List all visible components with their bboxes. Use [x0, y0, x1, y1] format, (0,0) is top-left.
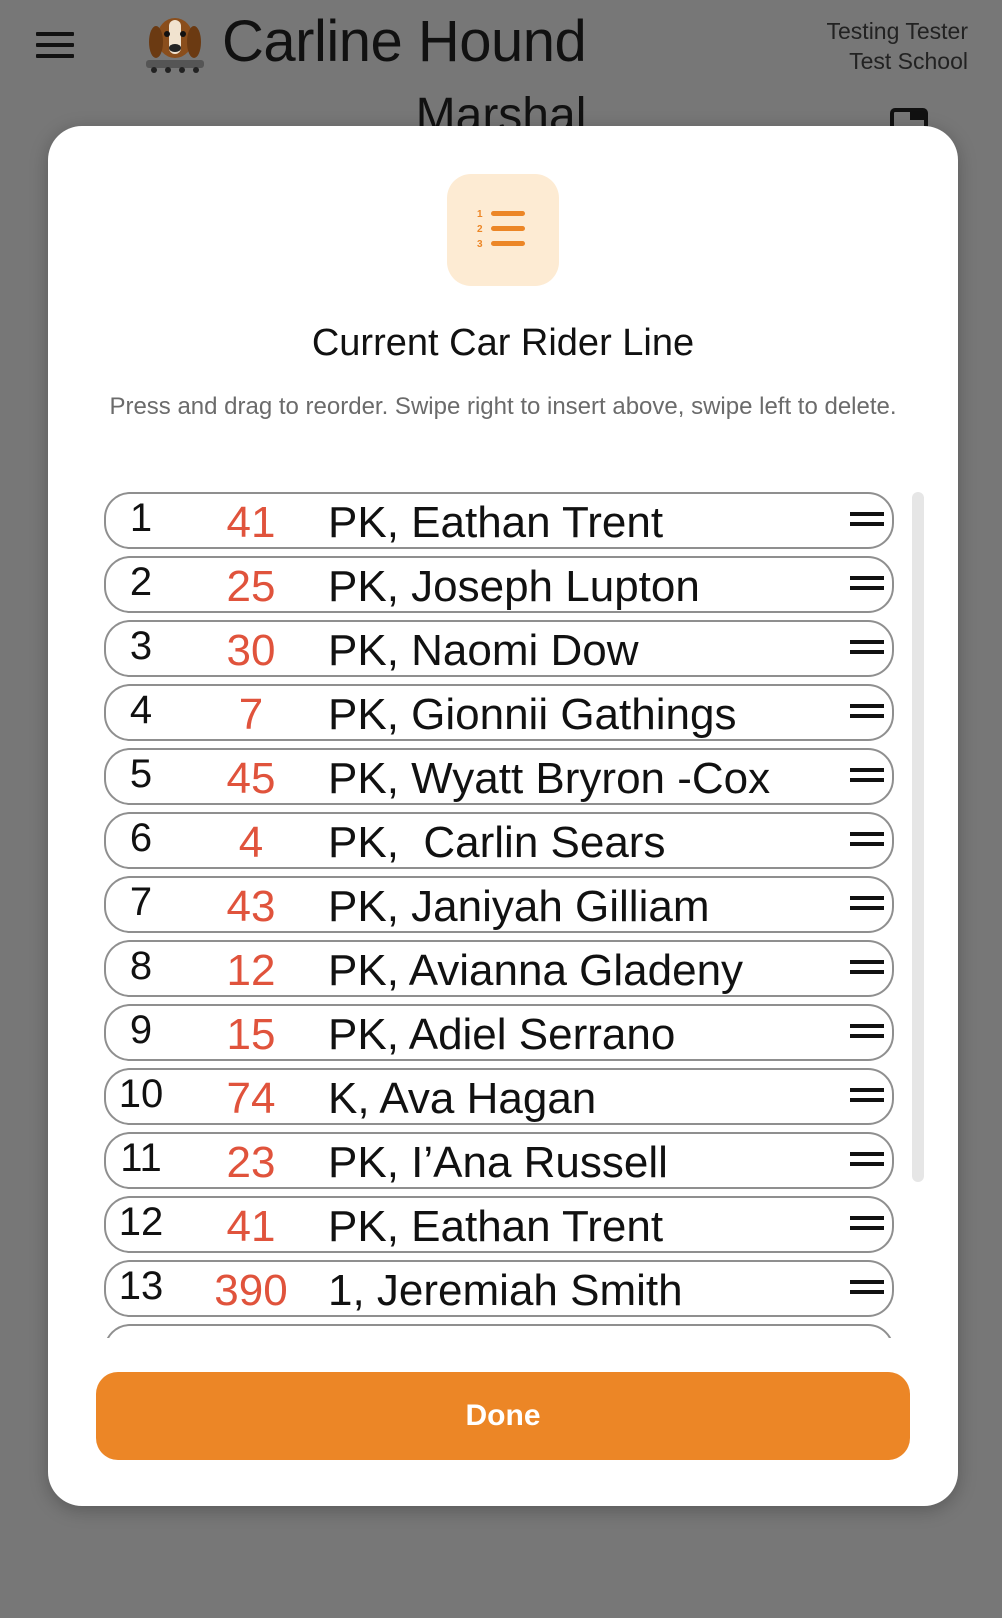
student-name: PK, Wyatt Bryron -Cox — [328, 754, 771, 803]
student-name: K, Ava Hagan — [328, 1074, 597, 1123]
car-rider-line-dialog: 1 2 3 Current Car Rider Line Press and d… — [48, 126, 958, 1506]
car-number: 43 — [226, 882, 276, 931]
scrollbar[interactable] — [912, 492, 924, 1182]
list-item[interactable]: 9 15 PK, Adiel Serrano — [104, 1004, 894, 1061]
student-name: PK, Naomi Dow — [328, 626, 639, 675]
list-item[interactable]: 12 41 PK, Eathan Trent — [104, 1196, 894, 1253]
student-name: PK, Eathan Trent — [328, 1202, 664, 1251]
drag-handle-icon[interactable] — [850, 576, 884, 596]
user-info[interactable]: Testing Tester Test School — [827, 16, 968, 76]
line-position: 1 — [129, 496, 153, 540]
line-position: 5 — [129, 752, 153, 796]
drag-handle-icon[interactable] — [850, 1024, 884, 1044]
car-rider-list[interactable]: 1 41 PK, Eathan Trent 2 25 PK, Joseph Lupton 3… — [104, 492, 904, 1338]
app-screen: Carline Hound Testing Tester Test School… — [0, 0, 1002, 1618]
line-position: 10 — [118, 1072, 164, 1116]
svg-text:2: 2 — [477, 224, 483, 235]
dialog-title: Current Car Rider Line — [311, 322, 695, 364]
svg-text:3: 3 — [477, 239, 483, 250]
list-item[interactable]: 4 7 PK, Gionnii Gathings — [104, 684, 894, 741]
car-number: 7 — [238, 690, 264, 739]
drag-handle-icon[interactable] — [850, 512, 884, 532]
list-item[interactable]: 2 25 PK, Joseph Lupton — [104, 556, 894, 613]
list-item[interactable] — [104, 1324, 894, 1338]
list-item[interactable]: 6 4 PK, Carlin Sears — [104, 812, 894, 869]
line-position: 9 — [129, 1008, 153, 1052]
drag-handle-icon[interactable] — [850, 1152, 884, 1172]
car-number: 41 — [226, 498, 276, 547]
student-name: PK, Janiyah Gilliam — [328, 882, 710, 931]
car-number: 12 — [226, 946, 276, 995]
car-number: 41 — [226, 1202, 276, 1251]
numbered-list-icon: 1 2 3 — [447, 174, 559, 286]
line-position: 4 — [129, 688, 153, 732]
car-number: 23 — [226, 1138, 276, 1187]
car-number: 45 — [226, 754, 276, 803]
done-button[interactable]: Done — [96, 1372, 910, 1460]
drag-handle-icon[interactable] — [850, 1088, 884, 1108]
drag-handle-icon[interactable] — [850, 704, 884, 724]
line-position: 2 — [129, 560, 153, 604]
top-bar: Carline Hound Testing Tester Test School… — [0, 0, 1002, 142]
car-number: 15 — [226, 1010, 276, 1059]
svg-text:1: 1 — [477, 209, 483, 220]
drag-handle-icon[interactable] — [850, 768, 884, 788]
student-name: PK, Adiel Serrano — [328, 1010, 676, 1059]
car-number: 74 — [226, 1074, 276, 1123]
school-name: Test School — [849, 48, 968, 74]
drag-handle-icon[interactable] — [850, 896, 884, 916]
list-item[interactable]: 10 74 K, Ava Hagan — [104, 1068, 894, 1125]
list-item[interactable]: 7 43 PK, Janiyah Gilliam — [104, 876, 894, 933]
list-item[interactable]: 11 23 PK, I’Ana Russell — [104, 1132, 894, 1189]
list-item[interactable]: 13 390 1, Jeremiah Smith — [104, 1260, 894, 1317]
app-title: Carline Hound — [222, 9, 587, 74]
line-position: 3 — [129, 624, 153, 668]
line-position: 6 — [129, 816, 153, 860]
line-position: 7 — [129, 880, 153, 924]
list-item[interactable]: 3 30 PK, Naomi Dow — [104, 620, 894, 677]
list-item[interactable]: 5 45 PK, Wyatt Bryron -Cox — [104, 748, 894, 805]
line-position: 12 — [118, 1200, 164, 1244]
student-name: PK, Joseph Lupton — [328, 562, 700, 611]
list-item[interactable]: 8 12 PK, Avianna Gladeny — [104, 940, 894, 997]
user-name: Testing Tester — [826, 18, 968, 44]
dialog-hint: Press and drag to reorder. Swipe right t… — [109, 393, 897, 420]
drag-handle-icon[interactable] — [850, 960, 884, 980]
student-name: PK, I’Ana Russell — [328, 1138, 668, 1187]
drag-handle-icon[interactable] — [850, 1216, 884, 1236]
car-number: 390 — [214, 1266, 288, 1315]
line-position: 11 — [120, 1136, 162, 1180]
drag-handle-icon[interactable] — [850, 832, 884, 852]
drag-handle-icon[interactable] — [850, 640, 884, 660]
car-number: 25 — [226, 562, 276, 611]
list-item[interactable]: 1 41 PK, Eathan Trent — [104, 492, 894, 549]
line-position: 8 — [129, 944, 153, 988]
line-position: 13 — [118, 1264, 164, 1308]
student-name: PK, Avianna Gladeny — [328, 946, 744, 995]
student-name: PK, Eathan Trent — [328, 498, 664, 547]
student-name: PK, Carlin Sears — [328, 818, 666, 867]
hound-logo — [146, 18, 204, 73]
student-name: PK, Gionnii Gathings — [328, 690, 737, 739]
car-number: 4 — [238, 818, 264, 867]
hamburger-menu-icon[interactable] — [36, 32, 74, 58]
car-number: 30 — [226, 626, 276, 675]
drag-handle-icon[interactable] — [850, 1280, 884, 1300]
student-name: 1, Jeremiah Smith — [328, 1266, 683, 1315]
